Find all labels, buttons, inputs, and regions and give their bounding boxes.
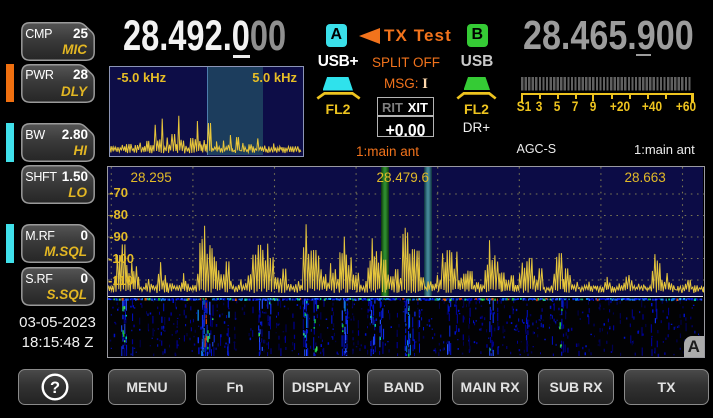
svg-text:?: ?: [50, 379, 60, 397]
